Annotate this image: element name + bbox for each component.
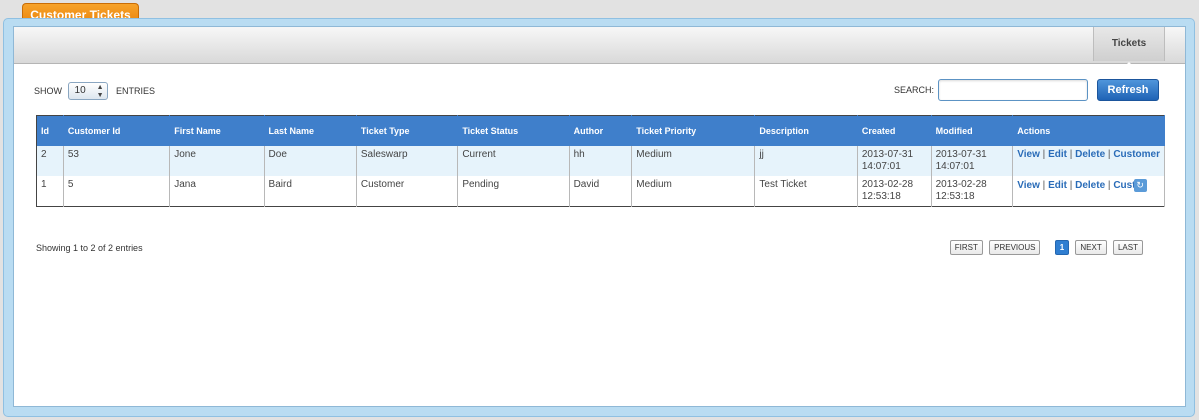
entries-control: SHOW 10 ▲ ▼ ENTRIES: [34, 82, 155, 100]
cell-first-name: Jone: [169, 146, 265, 176]
refresh-button[interactable]: Refresh: [1097, 79, 1159, 101]
column-header-ticket-type[interactable]: Ticket Type: [356, 115, 459, 146]
table-info: Showing 1 to 2 of 2 entries: [36, 243, 143, 253]
table-row: 1 5 Jana Baird Customer Pending David Me…: [36, 176, 1165, 207]
page-1-button[interactable]: 1: [1054, 240, 1070, 255]
view-link[interactable]: View: [1017, 180, 1040, 191]
cell-actions: View | Edit | Delete | Customer: [1012, 146, 1165, 176]
cell-first-name: Jana: [169, 176, 265, 207]
column-header-customer-id[interactable]: Customer Id: [63, 115, 171, 146]
search-control: SEARCH: Refresh: [894, 79, 1159, 101]
delete-link[interactable]: Delete: [1075, 149, 1105, 160]
pagination: FIRST PREVIOUS 1 NEXT LAST: [946, 240, 1143, 255]
cell-ticket-status: Pending: [457, 176, 570, 207]
delete-link[interactable]: Delete: [1075, 180, 1105, 191]
view-link[interactable]: View: [1017, 149, 1040, 160]
tab-tickets[interactable]: Tickets: [1093, 27, 1165, 69]
edit-link[interactable]: Edit: [1048, 180, 1067, 191]
cell-customer-id: 53: [63, 146, 171, 176]
search-label: SEARCH:: [893, 85, 934, 95]
show-label: SHOW: [34, 86, 62, 96]
column-header-modified[interactable]: Modified: [931, 115, 1014, 146]
column-header-last-name[interactable]: Last Name: [264, 115, 357, 146]
content-area: Tickets SHOW 10 ▲ ▼ ENTRIES SEARCH: Refre…: [13, 26, 1186, 407]
cell-priority: Medium: [631, 176, 756, 207]
cell-ticket-type: Customer: [356, 176, 459, 207]
previous-page-button[interactable]: PREVIOUS: [989, 240, 1041, 255]
last-page-button[interactable]: LAST: [1112, 240, 1143, 255]
cell-actions: View | Edit | Delete | Custo↻: [1012, 176, 1165, 207]
table-row: 2 53 Jone Doe Saleswarp Current hh Mediu…: [36, 146, 1165, 176]
cell-customer-id: 5: [63, 176, 171, 207]
table-header-row: Id Customer Id First Name Last Name Tick…: [36, 115, 1165, 146]
main-panel: Tickets SHOW 10 ▲ ▼ ENTRIES SEARCH: Refre…: [3, 18, 1195, 417]
cell-id: 1: [36, 176, 64, 207]
cell-ticket-status: Current: [457, 146, 570, 176]
cell-ticket-type: Saleswarp: [356, 146, 459, 176]
cell-created: 2013-07-31 14:07:01: [857, 146, 932, 176]
column-header-created[interactable]: Created: [857, 115, 932, 146]
cell-description: Test Ticket: [754, 176, 858, 207]
column-header-first-name[interactable]: First Name: [169, 115, 265, 146]
column-header-ticket-priority[interactable]: Ticket Priority: [631, 115, 756, 146]
cell-description: jj: [754, 146, 858, 176]
tickets-table: Id Customer Id First Name Last Name Tick…: [36, 115, 1165, 207]
cell-last-name: Doe: [264, 146, 357, 176]
column-header-actions: Actions: [1012, 115, 1165, 146]
column-header-description[interactable]: Description: [754, 115, 858, 146]
cell-id: 2: [36, 146, 64, 176]
column-header-ticket-status[interactable]: Ticket Status: [457, 115, 570, 146]
search-input[interactable]: [938, 79, 1089, 101]
toolbar: Tickets: [14, 27, 1185, 69]
entries-label: ENTRIES: [116, 86, 156, 96]
column-header-id[interactable]: Id: [36, 115, 64, 146]
cell-last-name: Baird: [264, 176, 357, 207]
first-page-button[interactable]: FIRST: [949, 240, 983, 255]
entries-select[interactable]: 10 ▲ ▼: [67, 82, 108, 100]
cell-modified: 2013-02-28 12:53:18: [931, 176, 1014, 207]
column-header-author[interactable]: Author: [569, 115, 633, 146]
scroll-top-icon[interactable]: ↻: [1133, 179, 1147, 192]
next-page-button[interactable]: NEXT: [1075, 240, 1107, 255]
customer-link[interactable]: Customer: [1113, 149, 1160, 160]
cell-author: hh: [569, 146, 633, 176]
select-arrows-icon: ▲ ▼: [96, 84, 104, 99]
cell-modified: 2013-07-31 14:07:01: [931, 146, 1014, 176]
cell-priority: Medium: [631, 146, 756, 176]
cell-author: David: [569, 176, 633, 207]
cell-created: 2013-02-28 12:53:18: [857, 176, 932, 207]
edit-link[interactable]: Edit: [1048, 149, 1067, 160]
entries-value: 10: [74, 85, 86, 96]
